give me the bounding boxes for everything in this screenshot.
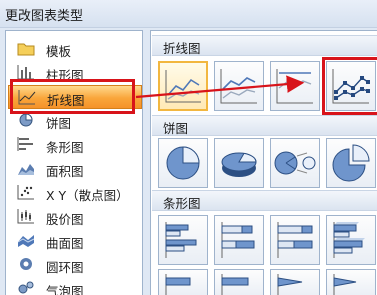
section-title: 饼图 [163,121,189,136]
category-label: 曲面图 [46,236,84,251]
bar-chart-icon [17,136,35,152]
category-surface[interactable]: 曲面图 [8,229,142,253]
category-label: 条形图 [46,140,84,155]
category-column[interactable]: 柱形图 [8,61,142,85]
category-template[interactable]: 模板 [8,37,142,61]
clustered-bar-icon [165,222,197,258]
chart-category-list: 模板 柱形图 折线图 饼图 条形图 面积图 X Y（散点图） 股价图 曲面图 圆… [5,30,143,295]
tile-row4-2[interactable] [214,269,264,295]
section-title: 条形图 [163,196,201,211]
category-label: 股价图 [46,212,84,227]
tile-pie[interactable] [158,138,208,188]
section-header-line: 折线图 [152,35,377,56]
tile-percent-stacked-bar[interactable] [270,215,320,265]
category-pie[interactable]: 饼图 [8,109,142,133]
tile-pie-of-pie[interactable] [270,138,320,188]
area-chart-icon [17,160,35,176]
tile-line-with-markers[interactable] [322,57,377,115]
exploded-pie-icon [332,144,370,182]
section-header-bar: 条形图 [152,190,377,211]
column-chart-icon [17,64,35,80]
category-area[interactable]: 面积图 [8,157,142,181]
stacked-bar-icon [221,222,255,258]
tile-exploded-pie[interactable] [326,138,376,188]
pie-chart-icon [17,112,35,128]
category-bar[interactable]: 条形图 [8,133,142,157]
doughnut-chart-icon [17,256,35,272]
window-title: 更改图表类型 [5,9,84,24]
category-scatter[interactable]: X Y（散点图） [8,181,142,205]
category-line[interactable]: 折线图 [8,85,142,109]
category-label: X Y（散点图） [46,188,129,203]
category-label: 折线图 [47,93,85,108]
section-title: 折线图 [163,41,201,56]
category-bubble[interactable]: 气泡图 [8,277,142,295]
bubble-chart-icon [17,280,35,295]
tile-row4-4[interactable] [326,269,376,295]
chart-subtype-gallery: 折线图 饼图 条形图 [150,30,377,295]
tile-stacked-bar[interactable] [214,215,264,265]
category-label: 圆环图 [46,260,84,275]
line-icon [165,70,201,103]
category-label: 面积图 [46,164,84,179]
category-stock[interactable]: 股价图 [8,205,142,229]
title-bar: 更改图表类型 [0,0,377,28]
line-chart-icon [18,89,36,105]
category-label: 柱形图 [46,68,84,83]
tile-clustered-bar-3d[interactable] [326,215,376,265]
surface-chart-icon [17,232,35,248]
percent-stacked-line-icon [276,69,313,104]
category-label: 饼图 [46,116,72,131]
stacked-line-icon [220,69,257,104]
category-label: 模板 [46,44,72,59]
category-doughnut[interactable]: 圆环图 [8,253,142,277]
tile-clustered-bar[interactable] [158,215,208,265]
line-with-markers-icon [332,69,370,104]
pie-3d-icon [221,152,257,177]
tile-row4-1[interactable] [158,269,208,295]
section-header-pie: 饼图 [152,115,377,136]
stock-chart-icon [17,208,35,224]
pie-icon [166,146,200,180]
folder-icon [17,40,35,56]
percent-stacked-bar-icon [277,222,313,258]
scatter-chart-icon [17,184,35,200]
category-label: 气泡图 [46,284,84,295]
tile-percent-stacked-line[interactable] [270,61,320,111]
pie-of-pie-icon [274,151,316,175]
tile-line[interactable] [158,61,208,111]
tile-pie-3d[interactable] [214,138,264,188]
clustered-bar-3d-icon [333,222,365,258]
tile-stacked-line[interactable] [214,61,264,111]
tile-row4-3[interactable] [270,269,320,295]
